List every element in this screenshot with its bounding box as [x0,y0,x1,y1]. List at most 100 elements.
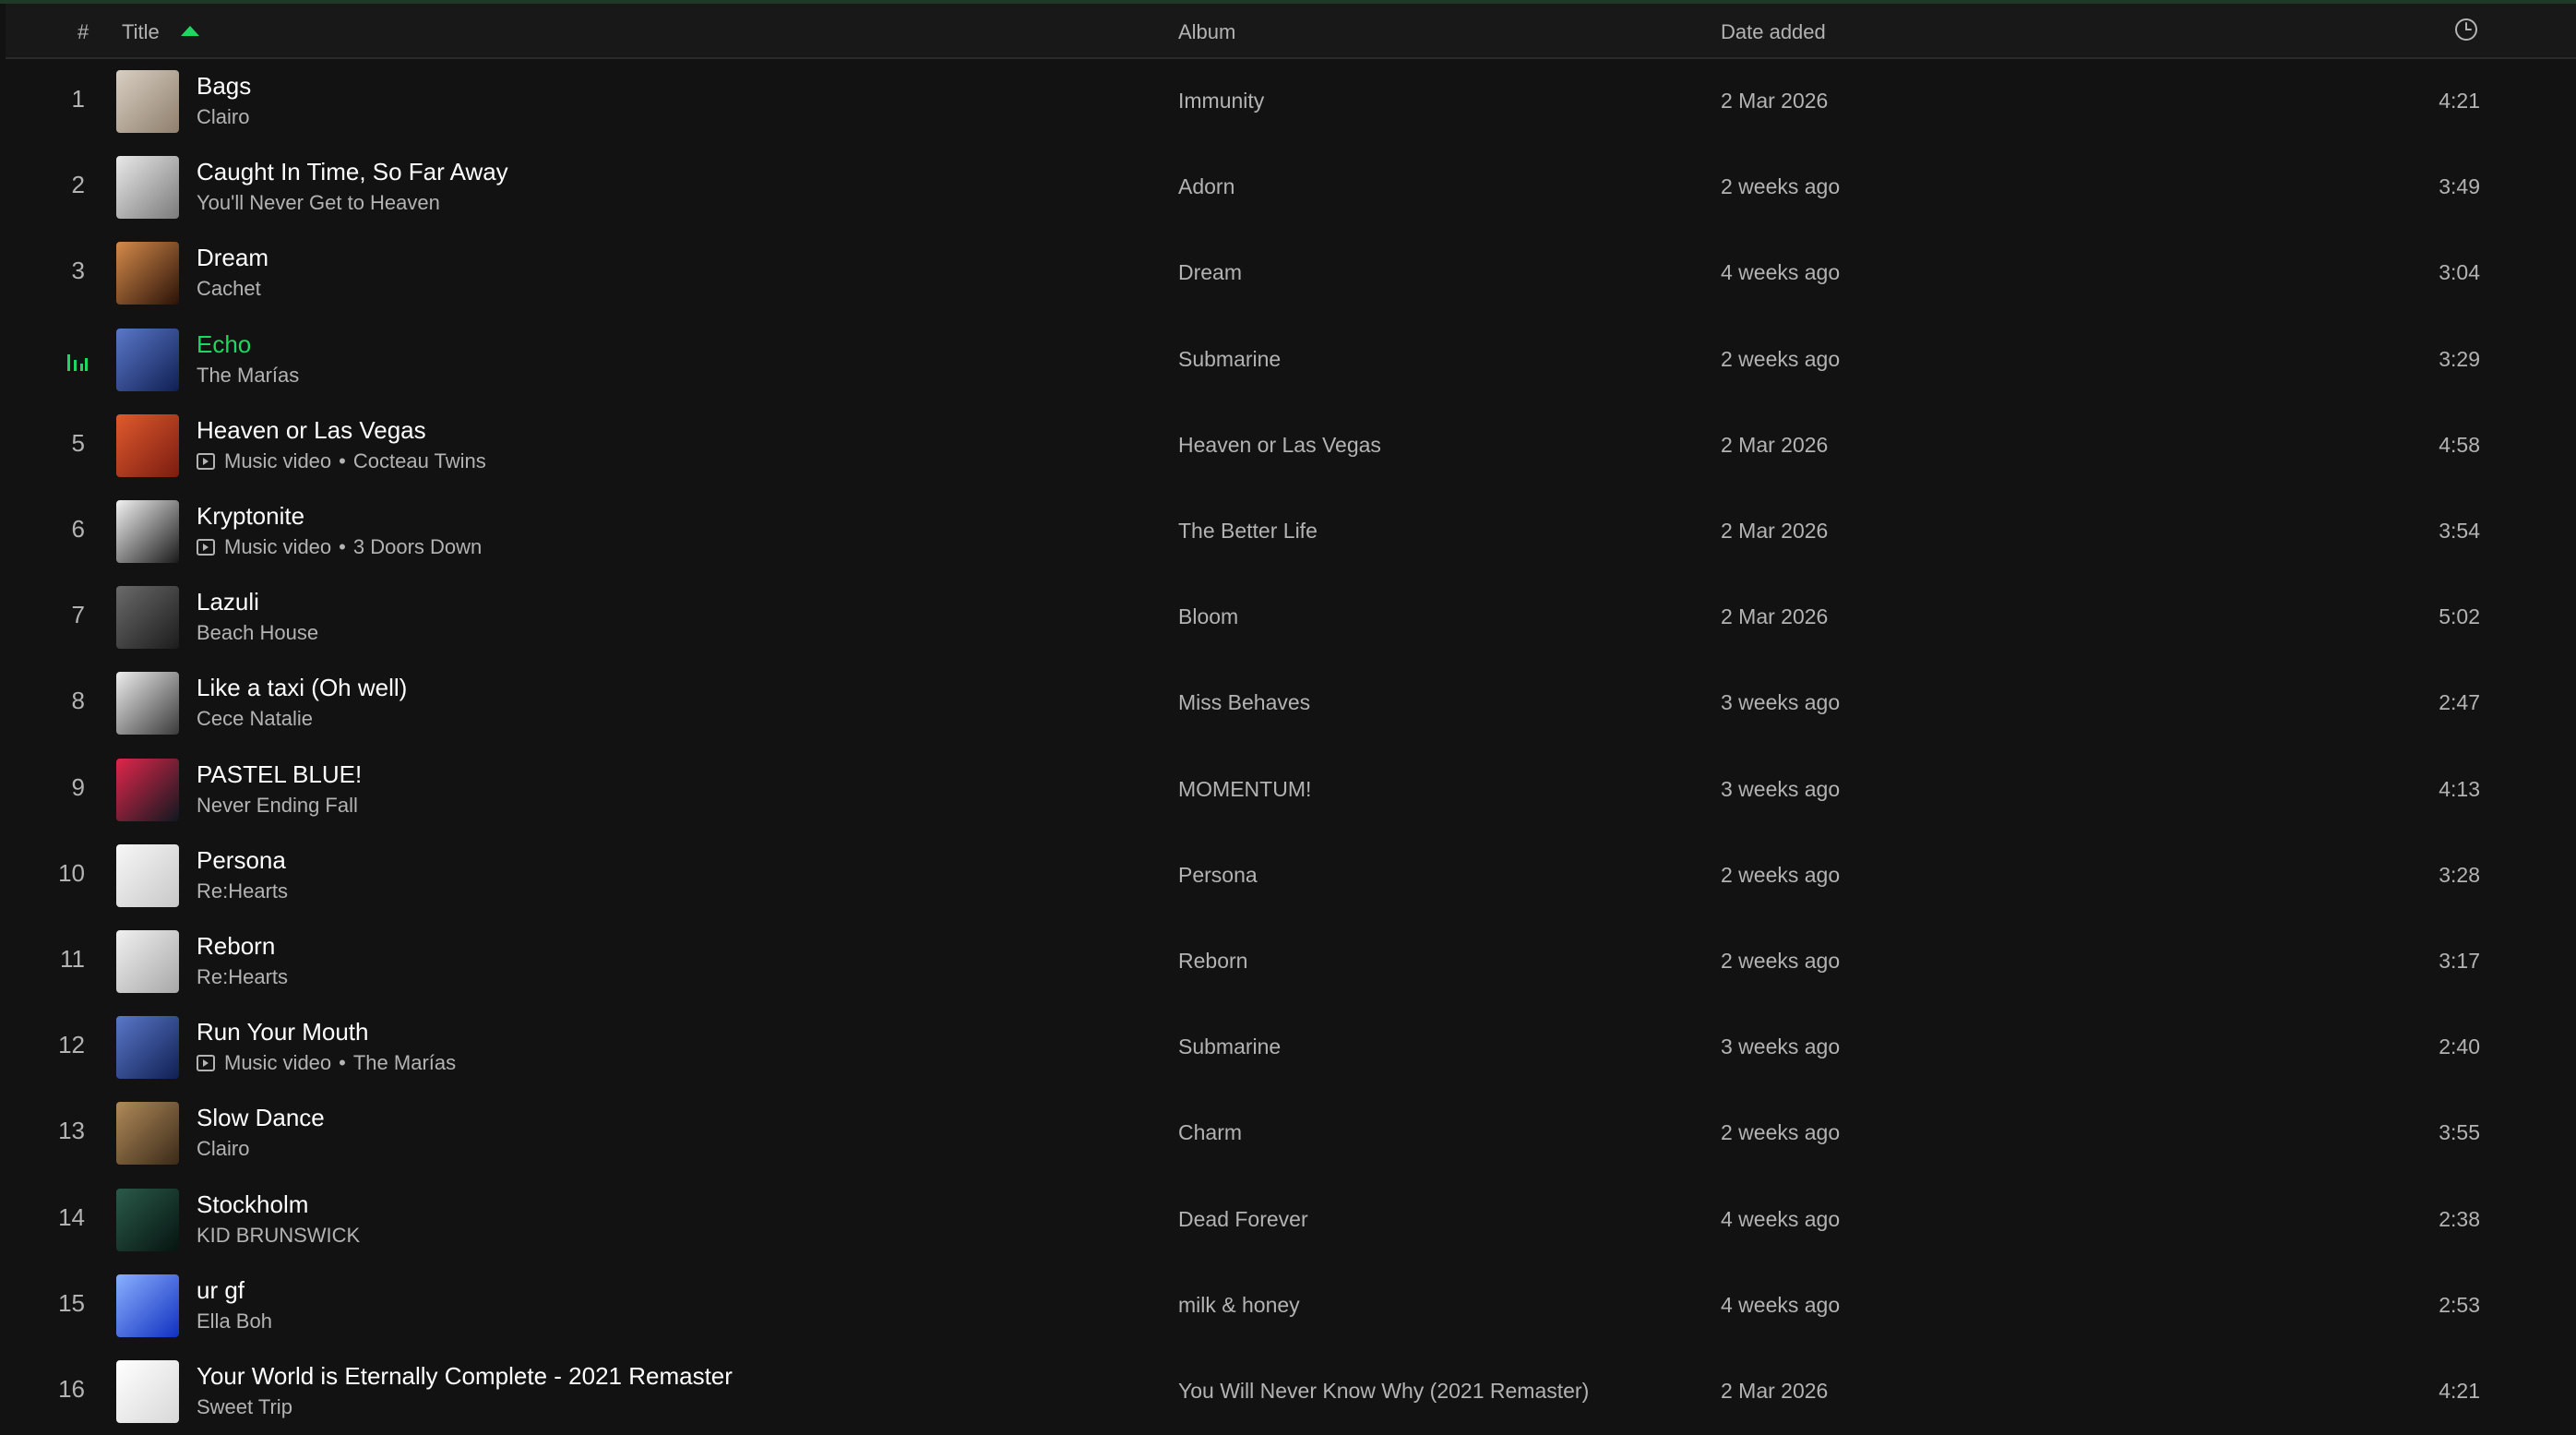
track-row[interactable]: 11 Reborn Re:Hearts Reborn 2 weeks ago 3:17 [0,919,2576,1005]
track-row[interactable]: 8 Like a taxi (Oh well) Cece Natalie Miss B… [0,661,2576,747]
track-title[interactable]: Lazuli [197,588,259,616]
track-album[interactable]: Heaven or Las Vegas [1178,433,1381,458]
track-title[interactable]: Dream [197,244,268,272]
track-artist[interactable]: 3 Doors Down [353,535,482,559]
album-art-thumbnail[interactable] [116,242,179,305]
track-title[interactable]: Caught In Time, So Far Away [197,158,508,186]
track-artist[interactable]: KID BRUNSWICK [197,1224,360,1248]
track-title[interactable]: Echo [197,330,251,359]
track-title[interactable]: Your World is Eternally Complete - 2021 … [197,1362,733,1391]
track-artist[interactable]: You'll Never Get to Heaven [197,191,440,215]
header-date-added-sort[interactable]: Date added [1721,20,1826,44]
album-art-thumbnail[interactable] [116,586,179,649]
track-album[interactable]: Charm [1178,1120,1242,1145]
track-album[interactable]: Persona [1178,863,1258,888]
track-album[interactable]: Adorn [1178,174,1234,199]
album-art-thumbnail[interactable] [116,329,179,391]
track-row[interactable]: 10 Persona Re:Hearts Persona 2 weeks ago 3:28 [0,833,2576,919]
track-album[interactable]: MOMENTUM! [1178,777,1311,802]
track-index: 13 [58,1117,85,1144]
track-subtitle: Music video • The Marías [197,1051,456,1075]
track-title[interactable]: PASTEL BLUE! [197,760,362,789]
album-art-thumbnail[interactable] [116,930,179,993]
track-row[interactable]: 2 Caught In Time, So Far Away You'll Never… [0,145,2576,231]
album-art-thumbnail[interactable] [116,1189,179,1251]
album-art-thumbnail[interactable] [116,1016,179,1079]
track-index: 6 [71,515,85,543]
track-title[interactable]: Slow Dance [197,1104,325,1132]
track-row[interactable]: 5 Heaven or Las Vegas Music video • Cocteau … [0,403,2576,489]
tracklist-view: # Title Album Date added 1 Bags Clairo Immu… [0,0,2576,1423]
album-art-thumbnail[interactable] [116,759,179,821]
track-index: 8 [71,687,85,714]
track-row[interactable]: 14 Stockholm KID BRUNSWICK Dead Forever 4 we… [0,1178,2576,1263]
track-title[interactable]: Persona [197,846,286,875]
track-artist[interactable]: Re:Hearts [197,965,288,989]
album-art-thumbnail[interactable] [116,156,179,219]
track-album[interactable]: The Better Life [1178,519,1318,544]
track-album[interactable]: Dead Forever [1178,1207,1308,1232]
track-subtitle: Re:Hearts [197,965,288,989]
track-title[interactable]: Kryptonite [197,502,304,531]
track-title[interactable]: Run Your Mouth [197,1018,368,1046]
track-album[interactable]: Miss Behaves [1178,690,1310,715]
track-artist[interactable]: Beach House [197,621,318,645]
track-title[interactable]: Like a taxi (Oh well) [197,674,407,702]
album-art-thumbnail[interactable] [116,844,179,907]
track-album[interactable]: Dream [1178,260,1242,285]
track-row[interactable]: 12 Run Your Mouth Music video • The Marías Su… [0,1005,2576,1091]
track-row[interactable]: 9 PASTEL BLUE! Never Ending Fall MOMENTUM! 3… [0,747,2576,833]
track-artist[interactable]: Sweet Trip [197,1395,292,1419]
track-title[interactable]: Bags [197,72,251,101]
track-album[interactable]: Bloom [1178,604,1238,629]
track-artist[interactable]: Cece Natalie [197,707,313,731]
album-art-thumbnail[interactable] [116,70,179,133]
track-row[interactable]: 6 Kryptonite Music video • 3 Doors Down The B… [0,489,2576,575]
header-title-sort[interactable]: Title [122,20,160,44]
track-duration: 3:29 [2439,347,2480,371]
track-artist[interactable]: Re:Hearts [197,879,288,903]
track-title[interactable]: Stockholm [197,1190,308,1219]
track-album[interactable]: You Will Never Know Why (2021 Remaster) [1178,1379,1589,1404]
header-index: # [78,20,89,43]
tracklist-header: # Title Album Date added [6,4,2576,59]
track-artist[interactable]: The Marías [197,364,299,388]
track-title[interactable]: Heaven or Las Vegas [197,416,426,445]
album-art-thumbnail[interactable] [116,1102,179,1165]
album-art-thumbnail[interactable] [116,1274,179,1337]
track-album[interactable]: Submarine [1178,1034,1281,1059]
track-subtitle: Music video • Cocteau Twins [197,449,486,473]
track-album[interactable]: milk & honey [1178,1293,1300,1318]
track-album[interactable]: Reborn [1178,949,1247,974]
music-video-icon [197,453,215,470]
track-artist[interactable]: Ella Boh [197,1309,272,1333]
clock-icon[interactable] [2453,17,2479,42]
track-row[interactable]: 15 ur gf Ella Boh milk & honey 4 weeks ago 2:… [0,1263,2576,1349]
track-subtitle: Never Ending Fall [197,794,358,818]
track-row[interactable]: Echo The Marías Submarine 2 weeks ago 3:29 [0,317,2576,403]
track-row[interactable]: 7 Lazuli Beach House Bloom 2 Mar 2026 5:02 [0,575,2576,661]
track-date-added: 2 Mar 2026 [1721,519,1829,543]
album-art-thumbnail[interactable] [116,1360,179,1423]
track-row[interactable]: 1 Bags Clairo Immunity 2 Mar 2026 4:21 [0,59,2576,145]
track-album[interactable]: Immunity [1178,89,1264,114]
track-title[interactable]: Reborn [197,932,275,961]
header-album-sort[interactable]: Album [1178,20,1235,44]
track-artist[interactable]: Clairo [197,1137,249,1161]
track-subtitle: Cachet [197,277,261,301]
track-row[interactable]: 13 Slow Dance Clairo Charm 2 weeks ago 3:55 [0,1091,2576,1177]
track-artist[interactable]: Never Ending Fall [197,794,358,818]
track-album[interactable]: Submarine [1178,347,1281,372]
album-art-thumbnail[interactable] [116,500,179,563]
track-row[interactable]: 3 Dream Cachet Dream 4 weeks ago 3:04 [0,231,2576,317]
track-artist[interactable]: Cocteau Twins [353,449,486,473]
track-row[interactable]: 16 Your World is Eternally Complete - 202… [0,1349,2576,1435]
sort-ascending-icon[interactable] [181,26,199,36]
track-duration: 2:47 [2439,690,2480,714]
album-art-thumbnail[interactable] [116,672,179,735]
album-art-thumbnail[interactable] [116,414,179,477]
track-artist[interactable]: Clairo [197,105,249,129]
track-artist[interactable]: The Marías [353,1051,456,1075]
track-title[interactable]: ur gf [197,1276,244,1305]
track-artist[interactable]: Cachet [197,277,261,301]
